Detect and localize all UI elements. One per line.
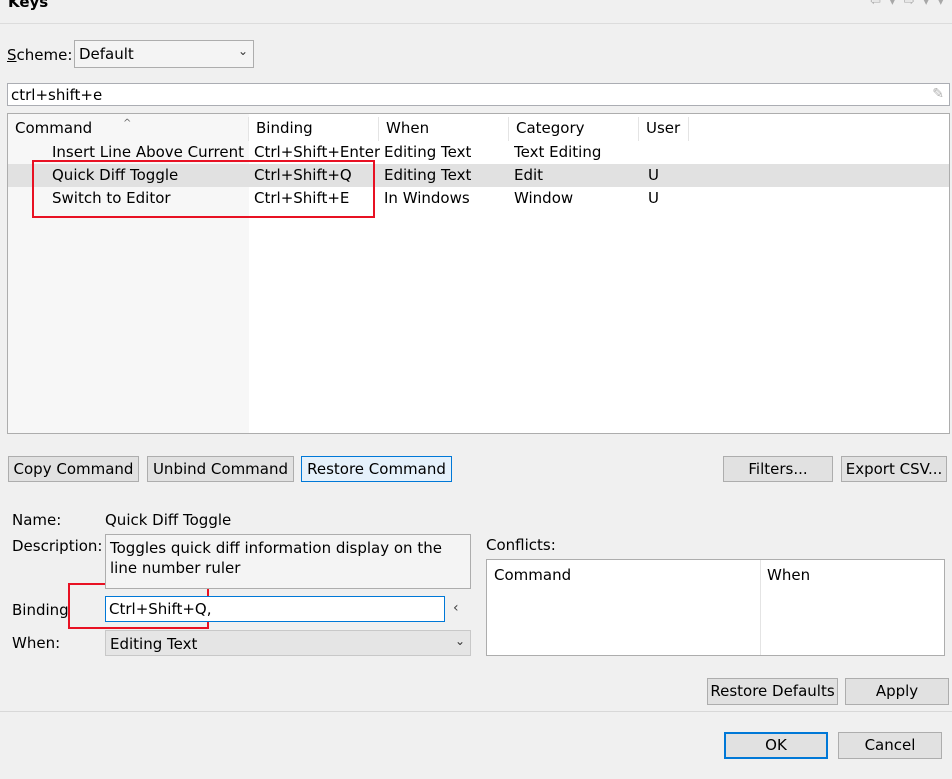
- highlight-box-table: [32, 160, 375, 218]
- unbind-command-button[interactable]: Unbind Command: [147, 456, 294, 482]
- conflicts-header-command[interactable]: Command: [494, 566, 571, 584]
- restore-command-button[interactable]: Restore Command: [301, 456, 452, 482]
- apply-label: Apply: [875, 682, 919, 700]
- conflicts-label: Conflicts:: [486, 536, 556, 554]
- column-header-when[interactable]: When: [379, 117, 509, 141]
- restore-defaults-label: Restore Defaults: [710, 682, 835, 700]
- copy-command-button[interactable]: Copy Command: [8, 456, 139, 482]
- chevron-down-icon: ⌄: [237, 44, 248, 58]
- binding-input-value: Ctrl+Shift+Q,: [109, 600, 212, 618]
- cancel-button[interactable]: Cancel: [838, 732, 942, 759]
- conflicts-table[interactable]: Command When: [486, 559, 945, 656]
- when-label: When:: [12, 634, 61, 652]
- binding-input[interactable]: Ctrl+Shift+Q,: [105, 596, 445, 622]
- description-label: Description:: [12, 537, 103, 555]
- column-header-category[interactable]: Category: [509, 117, 639, 141]
- conflicts-header-when[interactable]: When: [767, 566, 810, 584]
- unbind-command-label: Unbind Command: [152, 460, 289, 478]
- column-header-command[interactable]: Command ^: [8, 117, 249, 141]
- chevron-left-icon[interactable]: ‹: [453, 600, 459, 616]
- cell-user: U: [648, 189, 659, 207]
- column-header-user[interactable]: User: [639, 117, 689, 141]
- conflicts-column-divider: [760, 560, 761, 655]
- footer-divider: [0, 711, 952, 712]
- copy-command-label: Copy Command: [13, 460, 134, 478]
- sort-ascending-icon: ^: [123, 118, 132, 129]
- column-header-command-label: Command: [15, 119, 93, 137]
- binding-label: Binding: [12, 601, 69, 619]
- name-value: Quick Diff Toggle: [105, 511, 232, 529]
- apply-button[interactable]: Apply: [845, 678, 949, 705]
- column-header-binding[interactable]: Binding: [249, 117, 379, 141]
- filter-input-value: ctrl+shift+e: [11, 86, 103, 104]
- cell-binding: Ctrl+Shift+Enter: [254, 143, 381, 161]
- cancel-label: Cancel: [864, 736, 916, 754]
- when-select[interactable]: Editing Text ⌄: [105, 630, 471, 656]
- description-field[interactable]: Toggles quick diff information display o…: [105, 534, 471, 589]
- ok-label: OK: [765, 736, 787, 754]
- filters-button[interactable]: Filters...: [723, 456, 833, 482]
- scheme-label-text: cheme:: [16, 46, 73, 64]
- export-csv-button[interactable]: Export CSV...: [841, 456, 947, 482]
- chevron-down-icon: ⌄: [454, 634, 465, 648]
- scheme-select-value: Default: [79, 45, 134, 63]
- restore-defaults-button[interactable]: Restore Defaults: [707, 678, 838, 705]
- filter-input[interactable]: ctrl+shift+e ✎: [7, 83, 950, 106]
- nav-history-icons[interactable]: ⇦ ▾ ⇨ ▾ ▾: [870, 0, 946, 9]
- scheme-label: Scheme:: [7, 46, 73, 64]
- name-label: Name:: [12, 511, 62, 529]
- cell-category: Edit: [514, 166, 544, 184]
- ok-button[interactable]: OK: [724, 732, 828, 759]
- cell-user: U: [648, 166, 659, 184]
- cell-category: Text Editing: [514, 143, 602, 161]
- cell-when: Editing Text: [384, 166, 472, 184]
- filters-label: Filters...: [748, 460, 808, 478]
- scheme-select[interactable]: Default ⌄: [74, 40, 254, 68]
- restore-command-label: Restore Command: [307, 460, 446, 478]
- cell-when: In Windows: [384, 189, 470, 207]
- dialog-title: Keys: [8, 0, 49, 11]
- when-select-value: Editing Text: [110, 635, 198, 653]
- cell-when: Editing Text: [384, 143, 472, 161]
- cell-category: Window: [514, 189, 574, 207]
- header-divider: [0, 23, 952, 24]
- cell-command: Insert Line Above Current Line: [52, 143, 249, 161]
- description-value: Toggles quick diff information display o…: [110, 539, 442, 577]
- export-csv-label: Export CSV...: [845, 460, 943, 478]
- eraser-icon[interactable]: ✎: [932, 86, 944, 102]
